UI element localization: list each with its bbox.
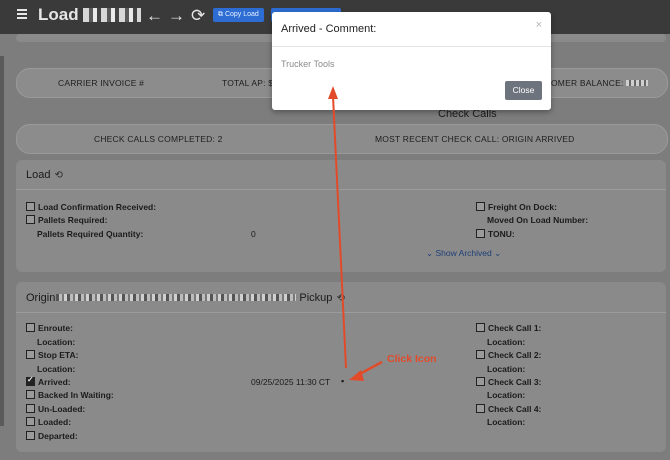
click-icon-annotation: Click Icon (387, 353, 437, 365)
arrowhead-up (328, 86, 338, 99)
annotation-arrows (328, 86, 383, 381)
arrow-to-modal (332, 95, 347, 369)
